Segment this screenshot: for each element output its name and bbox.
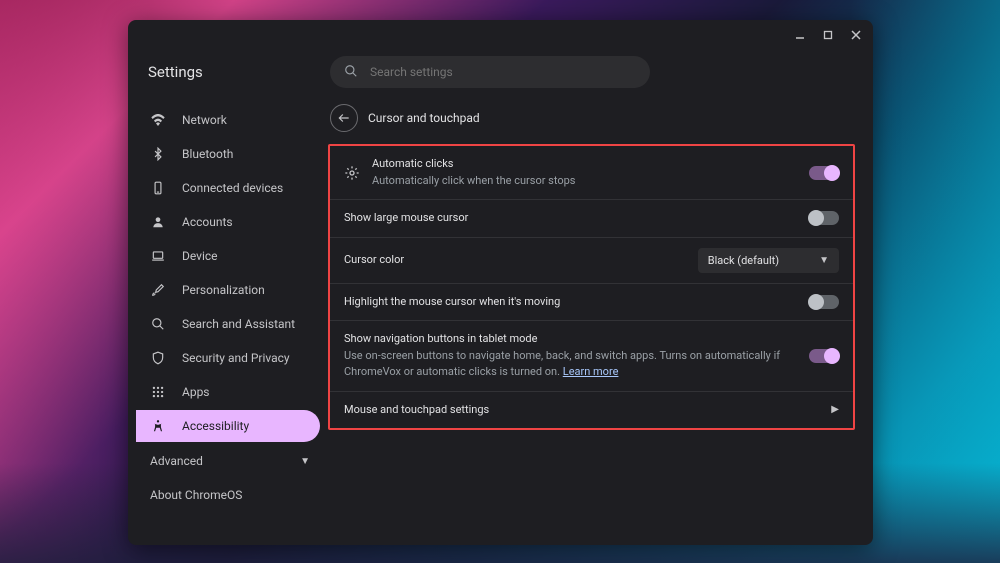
brush-icon bbox=[150, 282, 166, 298]
person-icon bbox=[150, 214, 166, 230]
setting-title: Show navigation buttons in tablet mode bbox=[344, 331, 797, 348]
titlebar bbox=[128, 20, 873, 50]
sidebar-item-apps[interactable]: Apps bbox=[136, 376, 320, 408]
setting-cursor-color: Cursor color Black (default) ▼ bbox=[330, 238, 853, 284]
sidebar-item-personalization[interactable]: Personalization bbox=[136, 274, 320, 306]
main-panel: Cursor and touchpad Automatic clicks Aut… bbox=[328, 102, 873, 545]
toggle-large-cursor[interactable] bbox=[809, 211, 839, 225]
sidebar-item-label: Personalization bbox=[182, 283, 265, 297]
sidebar-item-security[interactable]: Security and Privacy bbox=[136, 342, 320, 374]
sidebar-about[interactable]: About ChromeOS bbox=[136, 478, 320, 512]
sidebar-item-label: Bluetooth bbox=[182, 147, 233, 161]
setting-desc: Automatically click when the cursor stop… bbox=[372, 173, 797, 190]
dropdown-value: Black (default) bbox=[708, 254, 779, 267]
header: Settings bbox=[128, 50, 873, 102]
setting-title: Highlight the mouse cursor when it's mov… bbox=[344, 294, 797, 311]
learn-more-link[interactable]: Learn more bbox=[563, 365, 619, 378]
sidebar-item-label: Network bbox=[182, 113, 227, 127]
setting-title: Show large mouse cursor bbox=[344, 210, 797, 227]
setting-highlight-cursor: Highlight the mouse cursor when it's mov… bbox=[330, 284, 853, 322]
search-icon bbox=[150, 316, 166, 332]
sidebar-item-search-assistant[interactable]: Search and Assistant bbox=[136, 308, 320, 340]
settings-panel: Automatic clicks Automatically click whe… bbox=[328, 144, 855, 430]
setting-automatic-clicks[interactable]: Automatic clicks Automatically click whe… bbox=[330, 146, 853, 200]
sidebar-advanced[interactable]: Advanced ▼ bbox=[136, 444, 320, 478]
sidebar-item-label: Connected devices bbox=[182, 181, 283, 195]
gear-icon bbox=[344, 165, 360, 181]
cursor-color-dropdown[interactable]: Black (default) ▼ bbox=[698, 248, 839, 273]
sidebar-item-label: Search and Assistant bbox=[182, 317, 295, 331]
phone-icon bbox=[150, 180, 166, 196]
wifi-icon bbox=[150, 112, 166, 128]
setting-desc: Use on-screen buttons to navigate home, … bbox=[344, 348, 797, 381]
sidebar-item-label: Apps bbox=[182, 385, 210, 399]
sidebar: Network Bluetooth Connected devices Acco… bbox=[128, 102, 328, 545]
toggle-highlight-cursor[interactable] bbox=[809, 295, 839, 309]
chevron-down-icon: ▼ bbox=[819, 255, 829, 266]
sidebar-item-accessibility[interactable]: Accessibility bbox=[136, 410, 320, 442]
laptop-icon bbox=[150, 248, 166, 264]
toggle-nav-buttons[interactable] bbox=[809, 349, 839, 363]
setting-title: Mouse and touchpad settings bbox=[344, 402, 819, 419]
setting-title: Cursor color bbox=[344, 252, 686, 269]
accessibility-icon bbox=[150, 418, 166, 434]
setting-nav-buttons: Show navigation buttons in tablet mode U… bbox=[330, 321, 853, 392]
sidebar-item-label: Accounts bbox=[182, 215, 233, 229]
setting-mouse-touchpad[interactable]: Mouse and touchpad settings ▶ bbox=[330, 392, 853, 429]
search-input[interactable] bbox=[370, 65, 636, 79]
grid-icon bbox=[150, 384, 166, 400]
shield-icon bbox=[150, 350, 166, 366]
sidebar-item-accounts[interactable]: Accounts bbox=[136, 206, 320, 238]
back-button[interactable] bbox=[330, 104, 358, 132]
sidebar-item-label: Security and Privacy bbox=[182, 351, 290, 365]
sidebar-item-label: Accessibility bbox=[182, 419, 249, 433]
sidebar-item-connected-devices[interactable]: Connected devices bbox=[136, 172, 320, 204]
bluetooth-icon bbox=[150, 146, 166, 162]
maximize-button[interactable] bbox=[819, 26, 837, 44]
setting-large-cursor: Show large mouse cursor bbox=[330, 200, 853, 238]
app-title: Settings bbox=[148, 63, 330, 81]
sidebar-item-label: Device bbox=[182, 249, 218, 263]
settings-window: Settings Network Bluetooth Connected dev bbox=[128, 20, 873, 545]
close-button[interactable] bbox=[847, 26, 865, 44]
sidebar-item-device[interactable]: Device bbox=[136, 240, 320, 272]
page-header: Cursor and touchpad bbox=[328, 102, 855, 144]
search-box[interactable] bbox=[330, 56, 650, 88]
page-title: Cursor and touchpad bbox=[368, 111, 480, 125]
chevron-down-icon: ▼ bbox=[300, 456, 310, 467]
minimize-button[interactable] bbox=[791, 26, 809, 44]
toggle-automatic-clicks[interactable] bbox=[809, 166, 839, 180]
sidebar-item-network[interactable]: Network bbox=[136, 104, 320, 136]
sidebar-item-bluetooth[interactable]: Bluetooth bbox=[136, 138, 320, 170]
search-icon bbox=[344, 63, 358, 82]
setting-title: Automatic clicks bbox=[372, 156, 797, 173]
chevron-right-icon: ▶ bbox=[831, 404, 839, 415]
